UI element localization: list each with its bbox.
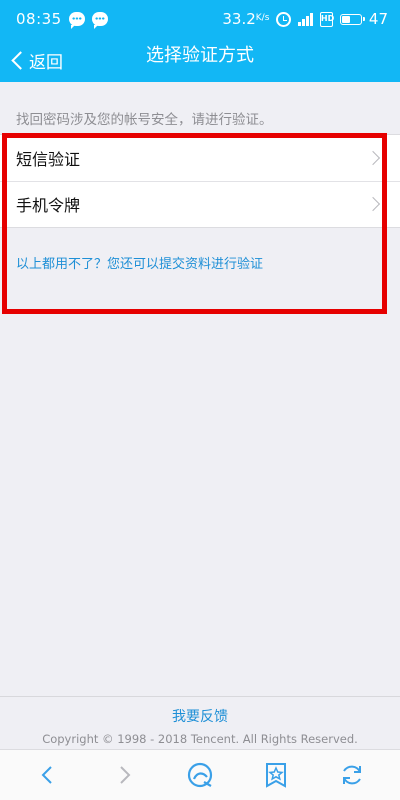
copyright-text: Copyright © 1998 - 2018 Tencent. All Rig… <box>42 732 358 746</box>
home-button[interactable] <box>180 755 220 795</box>
refresh-button[interactable] <box>332 755 372 795</box>
network-speed: 33.2K/s <box>222 10 269 28</box>
network-speed-value: 33.2 <box>222 10 256 28</box>
highlight-annotation <box>2 133 387 314</box>
footer-divider <box>0 696 400 697</box>
refresh-icon <box>343 765 361 785</box>
header: 08:35 33.2K/s HD 47 返回 选择验证方式 <box>0 0 400 82</box>
chat-icon <box>91 12 108 29</box>
bookmark-star-icon <box>266 763 286 788</box>
forward-arrow-icon <box>120 766 131 784</box>
signal-icon <box>298 12 313 26</box>
forward-arrow-button[interactable] <box>104 755 144 795</box>
back-arrow-button[interactable] <box>28 755 68 795</box>
battery-level: 47 <box>368 10 388 28</box>
network-speed-unit: K/s <box>255 13 270 23</box>
status-time: 08:35 <box>16 10 62 28</box>
battery-icon <box>339 13 365 25</box>
bookmark-button[interactable] <box>256 755 296 795</box>
qq-browser-icon <box>187 762 213 788</box>
feedback-link[interactable]: 我要反馈 <box>0 706 400 726</box>
message-icon <box>68 12 85 29</box>
status-bar: 08:35 33.2K/s HD 47 <box>0 0 400 38</box>
security-hint: 找回密码涉及您的帐号安全，请进行验证。 <box>16 112 273 128</box>
alarm-icon <box>276 11 292 27</box>
browser-toolbar <box>0 749 400 800</box>
sim-hd-icon: HD <box>319 11 334 27</box>
page-title: 选择验证方式 <box>146 45 254 66</box>
nav-bar: 返回 选择验证方式 <box>0 38 400 82</box>
back-arrow-icon <box>41 766 52 784</box>
